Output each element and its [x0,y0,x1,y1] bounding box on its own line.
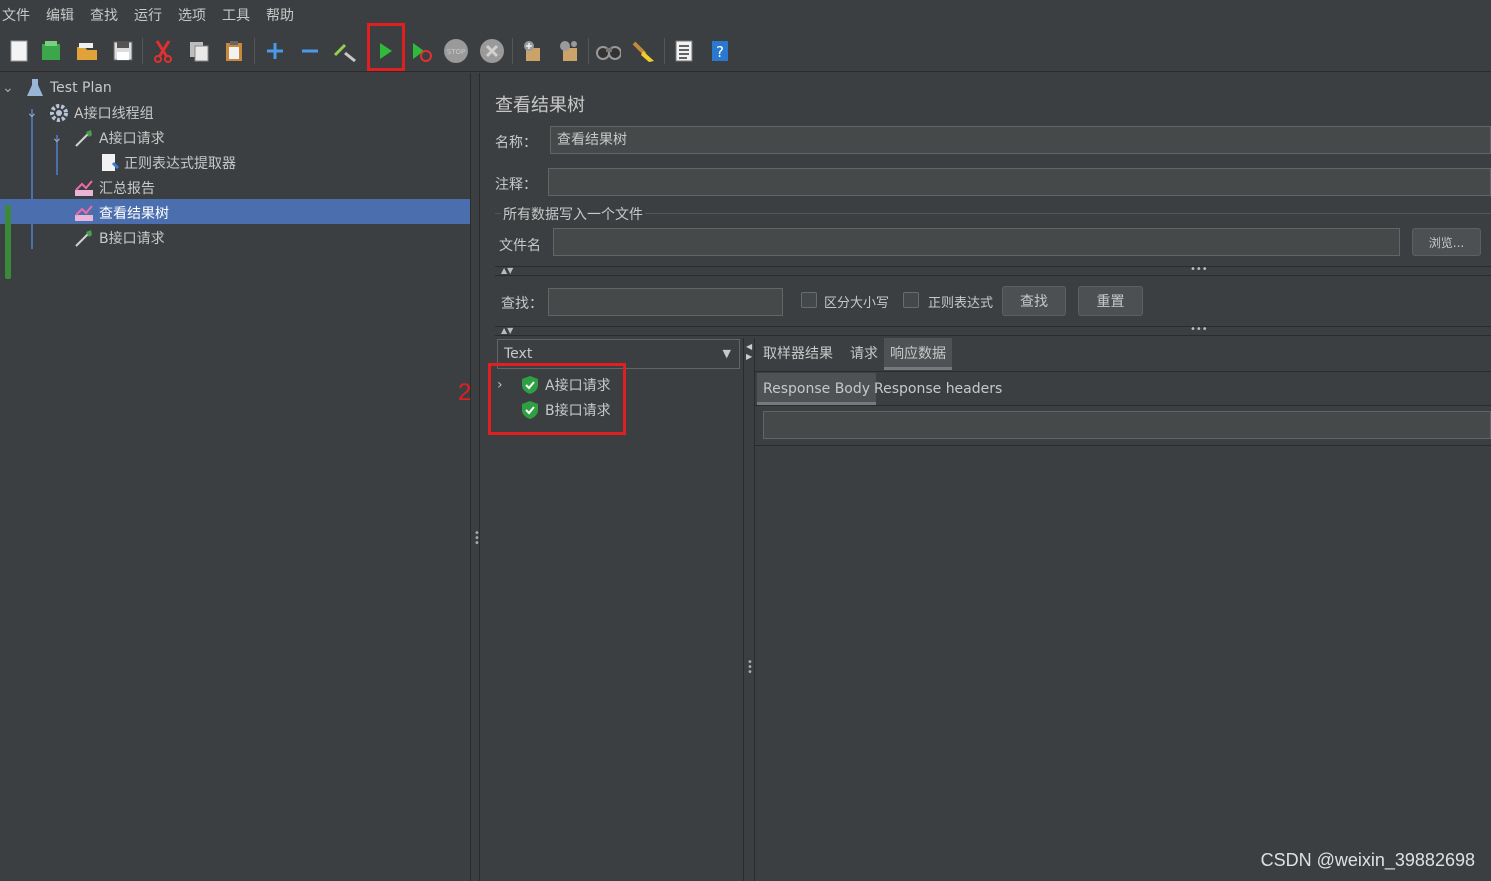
chevron-down-icon[interactable]: ⌄ [51,130,73,146]
new-icon[interactable] [6,37,32,65]
collapse-splitter[interactable]: ▲▼ ••• [495,264,1491,276]
expand-icon[interactable] [262,37,288,65]
stop-icon[interactable]: STOP [443,37,469,65]
tree-item-test-plan[interactable]: ⌄ Test Plan [2,75,112,100]
menu-search[interactable]: 查找 [90,5,118,25]
tree-item-label: 查看结果树 [99,205,169,222]
panel-title: 查看结果树 [495,95,585,116]
pipette-icon [73,127,95,149]
search-field[interactable] [548,288,783,316]
chevron-down-icon: ▼ [722,347,731,360]
file-name-field[interactable] [553,228,1400,256]
toolbar: STOP ? [0,30,1491,72]
menu-edit[interactable]: 编辑 [46,5,74,25]
file-section-title: 所有数据写入一个文件 [501,204,645,224]
case-sensitive-checkbox[interactable] [801,292,817,308]
tree-item-thread-group[interactable]: ⌄ A接口线程组 [26,100,154,125]
tree-item-label: Test Plan [50,79,112,96]
tree-item-label: 正则表达式提取器 [124,155,236,172]
tree-item-b-request[interactable]: B接口请求 [73,225,165,250]
clear-icon[interactable] [519,37,545,65]
menu-options[interactable]: 选项 [178,5,206,25]
menu-run[interactable]: 运行 [134,5,162,25]
chart-icon [73,202,95,224]
find-button[interactable]: 查找 [1002,286,1066,316]
tree-item-summary-report[interactable]: 汇总报告 [73,175,155,200]
clear-all-icon[interactable] [555,37,581,65]
chevron-down-icon[interactable]: ⌄ [2,80,24,96]
start-no-pause-icon[interactable] [408,37,434,65]
help-icon[interactable]: ? [707,37,733,65]
tree-item-label: 汇总报告 [99,180,155,197]
paste-icon[interactable] [221,37,247,65]
chevron-down-icon[interactable]: ⌄ [26,105,48,121]
tab-response-body[interactable]: Response Body [757,373,877,405]
flask-icon [24,77,46,99]
menu-help[interactable]: 帮助 [266,5,294,25]
copy-icon[interactable] [186,37,212,65]
search-label: 查找： [501,296,543,312]
case-sensitive-label: 区分大小写 [824,296,890,311]
menu-tools[interactable]: 工具 [222,5,250,25]
menu-bar: 文件 编辑 查找 运行 选项 工具 帮助 [0,0,1491,30]
toggle-icon[interactable] [332,37,358,65]
comment-label: 注释： [495,177,537,193]
tree-item-a-request[interactable]: ⌄ A接口请求 [51,125,165,150]
tree-item-label: A接口线程组 [74,105,154,122]
svg-text:?: ? [716,43,724,61]
watermark: CSDN @weixin_39882698 [1260,850,1475,870]
collapse-splitter[interactable]: ▲▼ ••• [495,324,1491,336]
tree-item-label: B接口请求 [99,230,165,247]
menu-file[interactable]: 文件 [2,5,30,25]
file-name-label: 文件名 [499,238,541,254]
save-icon[interactable] [110,37,136,65]
renderer-value: Text [504,346,533,362]
cut-icon[interactable] [150,37,176,65]
browse-button[interactable]: 浏览... [1412,228,1481,256]
tree-item-regex-extractor[interactable]: 正则表达式提取器 [98,150,236,175]
document-icon [98,152,120,174]
annotation-box-1 [367,23,405,71]
view-results-tree-panel: 查看结果树 名称： 查看结果树 注释： 所有数据写入一个文件 文件名 浏览...… [481,73,1491,881]
regex-label: 正则表达式 [928,296,994,311]
tree-item-view-results-tree[interactable]: 查看结果树 [73,200,169,225]
templates-icon[interactable] [38,37,64,65]
open-icon[interactable] [74,37,100,65]
tab-response-headers[interactable]: Response headers [868,373,1008,405]
tab-request[interactable]: 请求 [844,338,884,370]
annotation-label-2: 2 [458,379,472,406]
chart-icon [73,177,95,199]
tree-guide-line [31,109,33,249]
gear-icon [48,102,70,124]
split-divider[interactable]: • • • [470,73,480,881]
tree-item-label: A接口请求 [99,130,165,147]
comment-field[interactable] [548,168,1491,196]
function-helper-icon[interactable] [671,37,697,65]
collapse-icon[interactable] [297,37,323,65]
results-split-divider[interactable]: ◀ ▶ • • • [743,338,755,881]
reset-search-icon[interactable] [631,37,657,65]
name-label: 名称： [495,135,537,151]
name-field[interactable]: 查看结果树 [550,126,1491,154]
pipette-icon [73,227,95,249]
reset-button[interactable]: 重置 [1078,286,1143,316]
regex-checkbox[interactable] [903,292,919,308]
progress-indicator [5,205,11,279]
tab-response-data[interactable]: 响应数据 [884,338,952,370]
svg-text:STOP: STOP [447,48,465,56]
test-plan-tree: ⌄ Test Plan ⌄ A接口线程组 ⌄ A接口请求 正则表达式提取器 汇总… [0,73,470,881]
tree-selection-highlight [0,199,470,224]
response-body-search[interactable] [763,411,1491,439]
shutdown-icon[interactable] [479,37,505,65]
tab-sampler-result[interactable]: 取样器结果 [757,338,839,370]
search-icon[interactable] [595,37,621,65]
annotation-box-2 [488,363,626,435]
